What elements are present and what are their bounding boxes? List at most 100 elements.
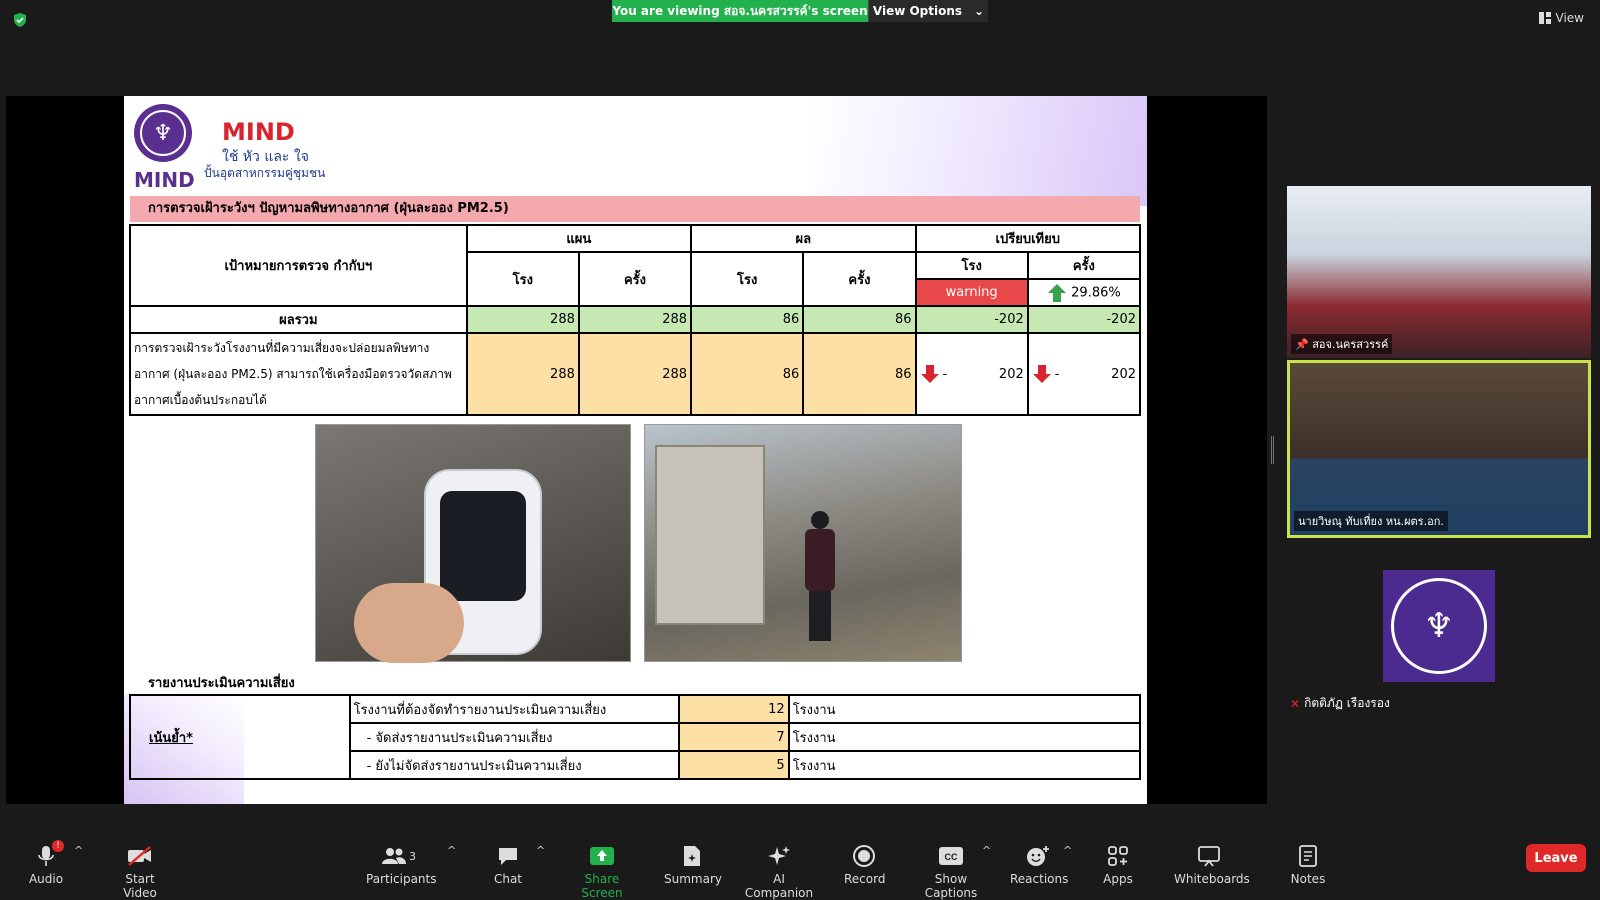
row-value: 86 [690, 332, 805, 416]
participant-name: นายวิษณุ ทับเที่ยง หน.ผตร.อก. [1298, 515, 1444, 528]
slide-gradient-decoration [807, 96, 1147, 206]
summary-icon [684, 846, 700, 866]
chat-label: Chat [493, 872, 523, 886]
participants-button[interactable]: 3 Participants [366, 844, 437, 886]
chat-options-caret[interactable]: ^ [536, 844, 545, 857]
ministry-emblem-logo: ♆ [134, 104, 192, 162]
chat-icon [499, 848, 517, 865]
meeting-topbar: You are viewing สอจ.นครสวรรค์'s screen V… [0, 0, 1600, 40]
risk-row-unit: โรงงาน [787, 694, 1142, 724]
participants-count: 3 [409, 849, 416, 863]
show-captions-button[interactable]: CC Show Captions [910, 844, 992, 900]
participant-name: สอจ.นครสวรรค์ [1312, 338, 1389, 351]
panel-resize-handle[interactable] [1271, 436, 1274, 464]
whiteboard-icon [1198, 846, 1220, 867]
record-icon [853, 845, 875, 867]
row-label: การตรวจเฝ้าระวังโรงงานที่มีความเสี่ยงจะป… [129, 332, 468, 416]
svg-text:CC: CC [945, 852, 958, 862]
ai-companion-label: AI Companion [744, 872, 814, 900]
risk-row-value: 5 [677, 750, 790, 780]
participant-name-label: นายวิษณุ ทับเที่ยง หน.ผตร.อก. [1294, 511, 1448, 531]
risk-row-label: - ยังไม่จัดส่งรายงานประเมินความเสี่ยง [348, 750, 680, 780]
participants-options-caret[interactable]: ^ [447, 844, 456, 857]
reactions-options-caret[interactable]: ^ [1063, 844, 1072, 857]
risk-row-label: - จัดส่งรายงานประเมินความเสี่ยง [348, 722, 680, 752]
row-compare-value: 202 [998, 366, 1024, 382]
arrow-down-icon [1032, 365, 1051, 383]
participant-name-label: 📌 สอจ.นครสวรรค์ [1291, 334, 1393, 354]
captions-options-caret[interactable]: ^ [982, 844, 991, 857]
share-screen-button[interactable]: Share Screen [566, 844, 638, 900]
result-header: ผล [690, 224, 917, 253]
plan-times-header: ครั้ง [577, 251, 693, 307]
risk-report-table: เน้นย้ำ* โรงงานที่ต้องจัดทำรายงานประเมิน… [129, 694, 1142, 780]
factory-inspection-photo [644, 424, 962, 662]
notes-button[interactable]: Notes [1290, 844, 1326, 886]
mind-brand-tagline: ปั้นอุตสาหกรรมคู่ชุมชน [204, 166, 326, 180]
share-screen-icon [590, 847, 614, 865]
compare-factory-status: warning [914, 278, 1029, 307]
notes-label: Notes [1290, 872, 1326, 886]
result-factory-header: โรง [690, 251, 805, 307]
row-value: 86 [802, 332, 917, 416]
row-compare-dash: - [942, 366, 948, 382]
row-compare-dash: - [1054, 366, 1060, 382]
view-options-button[interactable]: View Options ⌄ [868, 0, 988, 22]
inspection-table: เป้าหมายการตรวจ กำกับฯ แผน ผล เปรียบเทีย… [129, 224, 1142, 416]
participant-avatar[interactable]: ♆ [1383, 570, 1495, 682]
total-value: -202 [1026, 305, 1142, 334]
plan-factory-header: โรง [465, 251, 580, 307]
risk-emphasis: เน้นย้ำ* [149, 730, 193, 746]
risk-emphasis-cell: เน้นย้ำ* [129, 694, 351, 780]
record-button[interactable]: Record [844, 844, 886, 886]
start-video-button[interactable]: Start Video [108, 844, 172, 900]
participant-tile-active-speaker[interactable]: นายวิษณุ ทับเที่ยง หน.ผตร.อก. [1287, 360, 1591, 538]
notes-icon [1299, 845, 1317, 867]
audio-warning-badge: ! [52, 840, 64, 852]
leave-button[interactable]: Leave [1526, 844, 1586, 872]
shield-icon[interactable] [12, 12, 28, 28]
apps-icon [1108, 846, 1128, 866]
participants-label: Participants [366, 872, 437, 886]
row-value: 288 [465, 332, 580, 416]
risk-report-title: รายงานประเมินความเสี่ยง [148, 676, 295, 691]
ai-companion-button[interactable]: AI Companion [738, 844, 820, 900]
meeting-toolbar: ! Audio ^ Start Video 3 Participants ^ C… [0, 830, 1600, 900]
compare-times-cell: 29.86% [1026, 278, 1142, 307]
view-button[interactable]: View [1538, 11, 1584, 25]
record-label: Record [844, 872, 886, 886]
summary-button[interactable]: Summary [664, 844, 722, 886]
hand-shape [354, 583, 464, 663]
summary-label: Summary [664, 872, 722, 886]
risk-row-unit: โรงงาน [787, 722, 1142, 752]
inspector-figure [803, 511, 837, 641]
view-label: View [1555, 11, 1584, 25]
compare-factory-header: โรง [914, 251, 1029, 280]
chat-button[interactable]: Chat [492, 844, 524, 886]
participant-tile[interactable]: 📌 สอจ.นครสวรรค์ [1287, 186, 1591, 358]
reactions-label: Reactions [1010, 872, 1069, 886]
risk-row-unit: โรงงาน [787, 750, 1142, 780]
share-screen-label: Share Screen [581, 872, 623, 900]
total-label: ผลรวม [129, 305, 468, 334]
reactions-button[interactable]: Reactions [1010, 844, 1069, 886]
whiteboards-button[interactable]: Whiteboards [1174, 844, 1250, 886]
participant-name-label: ✕ กิตติภัฏ เรืองรอง [1290, 694, 1390, 713]
total-value: 288 [465, 305, 580, 334]
audio-options-caret[interactable]: ^ [74, 844, 83, 857]
chevron-down-icon: ⌄ [974, 4, 985, 18]
ai-companion-icon [768, 846, 790, 865]
apps-button[interactable]: Apps [1102, 844, 1134, 886]
mind-brand-title: MIND [222, 118, 295, 146]
view-options-label: View Options [872, 4, 963, 18]
risk-row-value: 7 [677, 722, 790, 752]
reactions-icon [1027, 846, 1049, 866]
result-times-header: ครั้ง [802, 251, 917, 307]
risk-row-value: 12 [677, 694, 790, 724]
row-value: 288 [577, 332, 693, 416]
total-value: -202 [914, 305, 1029, 334]
audio-button[interactable]: ! Audio [28, 840, 64, 886]
video-off-icon [128, 846, 151, 866]
muted-microphone-icon: ✕ [1290, 696, 1301, 711]
meter-screen [440, 491, 526, 601]
